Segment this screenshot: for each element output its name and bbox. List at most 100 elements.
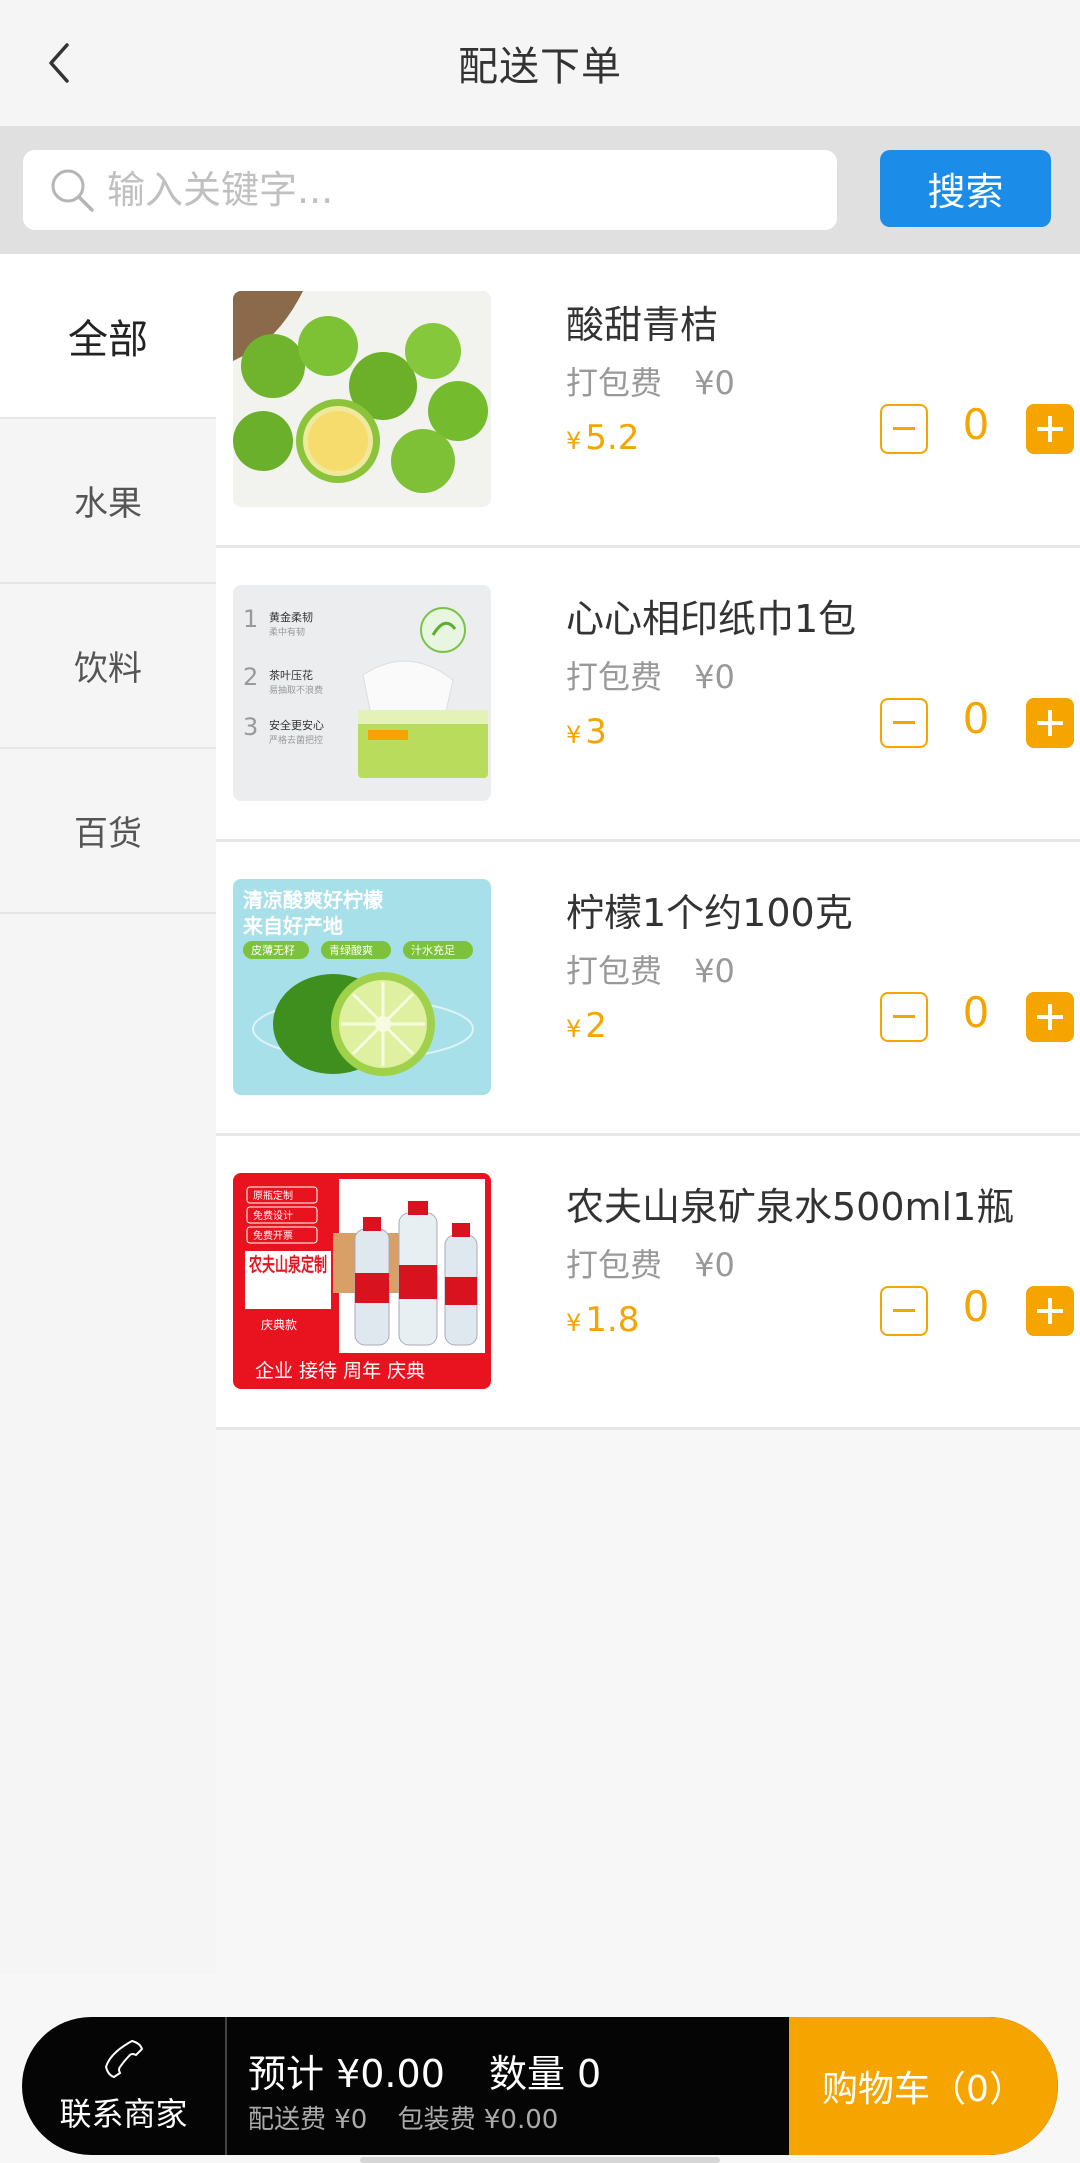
quantity-stepper: 0 [880, 988, 1076, 1042]
increase-button[interactable] [1026, 992, 1074, 1042]
lemon-headline-1: 清凉酸爽好柠檬 [243, 888, 383, 912]
tissue-feature-1: 黄金柔韧 [269, 610, 313, 624]
product-name: 柠檬1个约100克 [566, 891, 853, 935]
minus-icon [893, 1309, 915, 1312]
packing-fee-label: 打包费 [566, 952, 663, 990]
water-tag-3: 免费开票 [253, 1229, 293, 1242]
quantity-stepper: 0 [880, 1282, 1076, 1336]
order-summary: 预计 ¥0.00 数量 0 配送费 ¥0 包装费 ¥0.00 [248, 2017, 808, 2155]
product-price: ¥2 [566, 1006, 607, 1046]
price-value: 1.8 [585, 1300, 640, 1340]
estimated-total: 预计 ¥0.00 [248, 2052, 445, 2096]
packing-fee-value: ¥0 [694, 658, 735, 696]
water-brand: 农夫山泉定制 [248, 1253, 327, 1276]
product-image-green-citrus [233, 291, 491, 507]
page: 配送下单 搜索 全部 水果 饮料 百货 [0, 0, 1080, 2163]
svg-text:3: 3 [243, 713, 258, 741]
search-field[interactable] [23, 150, 837, 230]
plus-icon [1037, 1004, 1063, 1030]
plus-icon [1037, 710, 1063, 736]
product-price: ¥5.2 [566, 418, 639, 458]
water-tag-2: 免费设计 [253, 1209, 293, 1222]
product-name: 酸甜青桔 [566, 303, 719, 347]
plus-icon [1037, 1298, 1063, 1324]
lemon-tag-1: 皮薄无籽 [251, 943, 295, 957]
contact-label: 联系商家 [59, 2095, 188, 2133]
plus-icon [1037, 416, 1063, 442]
item-quantity: 数量 0 [488, 2052, 602, 2096]
cart-button[interactable]: 购物车（0） [789, 2017, 1058, 2155]
page-title: 配送下单 [458, 44, 622, 90]
minus-icon [893, 1015, 915, 1018]
decrease-button[interactable] [880, 698, 928, 748]
product-price: ¥1.8 [566, 1300, 639, 1340]
product-item[interactable]: 1 黄金柔韧 柔中有韧 2 茶叶压花 易抽取不浪费 3 安全更安心 严格去菌把控 [216, 548, 1080, 842]
contact-merchant-button[interactable]: 联系商家 [22, 2017, 227, 2155]
currency-symbol: ¥ [566, 1015, 582, 1043]
increase-button[interactable] [1026, 1286, 1074, 1336]
search-input[interactable] [107, 168, 837, 212]
home-indicator [360, 2157, 720, 2163]
summary-fees: 配送费 ¥0 包装费 ¥0.00 [248, 2099, 580, 2136]
checkout-bar: 联系商家 预计 ¥0.00 数量 0 配送费 ¥0 包装费 ¥0.00 购物车（… [22, 2017, 1058, 2155]
price-value: 5.2 [585, 418, 640, 458]
sidebar-item-fruit[interactable]: 水果 [0, 419, 216, 584]
currency-symbol: ¥ [566, 427, 582, 455]
delivery-fee: 配送费 ¥0 [248, 2105, 368, 2135]
phone-icon [104, 2039, 143, 2079]
currency-symbol: ¥ [566, 721, 582, 749]
water-tag-1: 原瓶定制 [253, 1189, 293, 1202]
tissue-feature-3: 安全更安心 [269, 718, 324, 732]
decrease-button[interactable] [880, 1286, 928, 1336]
currency-symbol: ¥ [566, 1309, 582, 1337]
packing-fee-label: 打包费 [566, 1246, 663, 1284]
lemon-tag-2: 青绿酸爽 [329, 943, 373, 957]
packing-fee-label: 打包费 [566, 658, 663, 696]
quantity-stepper: 0 [880, 694, 1076, 748]
product-item[interactable]: 原瓶定制 免费设计 免费开票 农夫山泉定制 庆典款 企业 接待 周年 庆典 农夫… [216, 1136, 1080, 1430]
quantity-value: 0 [962, 694, 990, 743]
product-item[interactable]: 清凉酸爽好柠檬 来自好产地 皮薄无籽 青绿酸爽 汁水充足 柠檬1个约100克 打… [216, 842, 1080, 1136]
increase-button[interactable] [1026, 698, 1074, 748]
packing-fee-value: ¥0 [694, 1246, 735, 1284]
lemon-tag-3: 汁水充足 [411, 943, 455, 957]
packing-fee: 打包费 ¥0 [566, 1240, 735, 1286]
product-name: 心心相印纸巾1包 [566, 597, 857, 641]
summary-main: 预计 ¥0.00 数量 0 [248, 2043, 633, 2098]
back-button[interactable] [30, 33, 90, 93]
increase-button[interactable] [1026, 404, 1074, 454]
quantity-value: 0 [962, 988, 990, 1037]
packing-fee-value: ¥0 [694, 364, 735, 402]
search-bar: 搜索 [0, 126, 1080, 254]
minus-icon [893, 427, 915, 430]
search-button[interactable]: 搜索 [880, 150, 1051, 227]
sidebar-item-general-goods[interactable]: 百货 [0, 749, 216, 914]
svg-text:1: 1 [243, 605, 258, 633]
water-badge: 庆典款 [261, 1318, 297, 1332]
decrease-button[interactable] [880, 404, 928, 454]
tissue-feature-3-sub: 严格去菌把控 [269, 734, 323, 746]
sidebar-item-drinks[interactable]: 饮料 [0, 584, 216, 749]
product-price: ¥3 [566, 712, 607, 752]
decrease-button[interactable] [880, 992, 928, 1042]
price-value: 3 [585, 712, 607, 752]
product-image-lemon: 清凉酸爽好柠檬 来自好产地 皮薄无籽 青绿酸爽 汁水充足 [233, 879, 491, 1095]
packing-fee-total: 包装费 ¥0.00 [397, 2105, 559, 2135]
packing-fee-value: ¥0 [694, 952, 735, 990]
packing-fee: 打包费 ¥0 [566, 652, 735, 698]
chevron-left-icon [49, 43, 69, 83]
product-list: 酸甜青桔 打包费 ¥0 ¥5.2 0 1 黄金柔韧 柔中有韧 2 茶叶压花 易抽… [216, 254, 1080, 1974]
quantity-stepper: 0 [880, 400, 1076, 454]
svg-text:2: 2 [243, 663, 258, 691]
packing-fee-label: 打包费 [566, 364, 663, 402]
price-value: 2 [585, 1006, 607, 1046]
product-image-tissue: 1 黄金柔韧 柔中有韧 2 茶叶压花 易抽取不浪费 3 安全更安心 严格去菌把控 [233, 585, 491, 801]
tissue-feature-2: 茶叶压花 [269, 669, 313, 682]
sidebar-item-all[interactable]: 全部 [0, 254, 216, 419]
nav-header: 配送下单 [0, 0, 1080, 126]
quantity-value: 0 [962, 400, 990, 449]
quantity-value: 0 [962, 1282, 990, 1331]
tissue-feature-2-sub: 易抽取不浪费 [269, 684, 323, 696]
lemon-headline-2: 来自好产地 [242, 914, 343, 938]
product-item[interactable]: 酸甜青桔 打包费 ¥0 ¥5.2 0 [216, 254, 1080, 548]
